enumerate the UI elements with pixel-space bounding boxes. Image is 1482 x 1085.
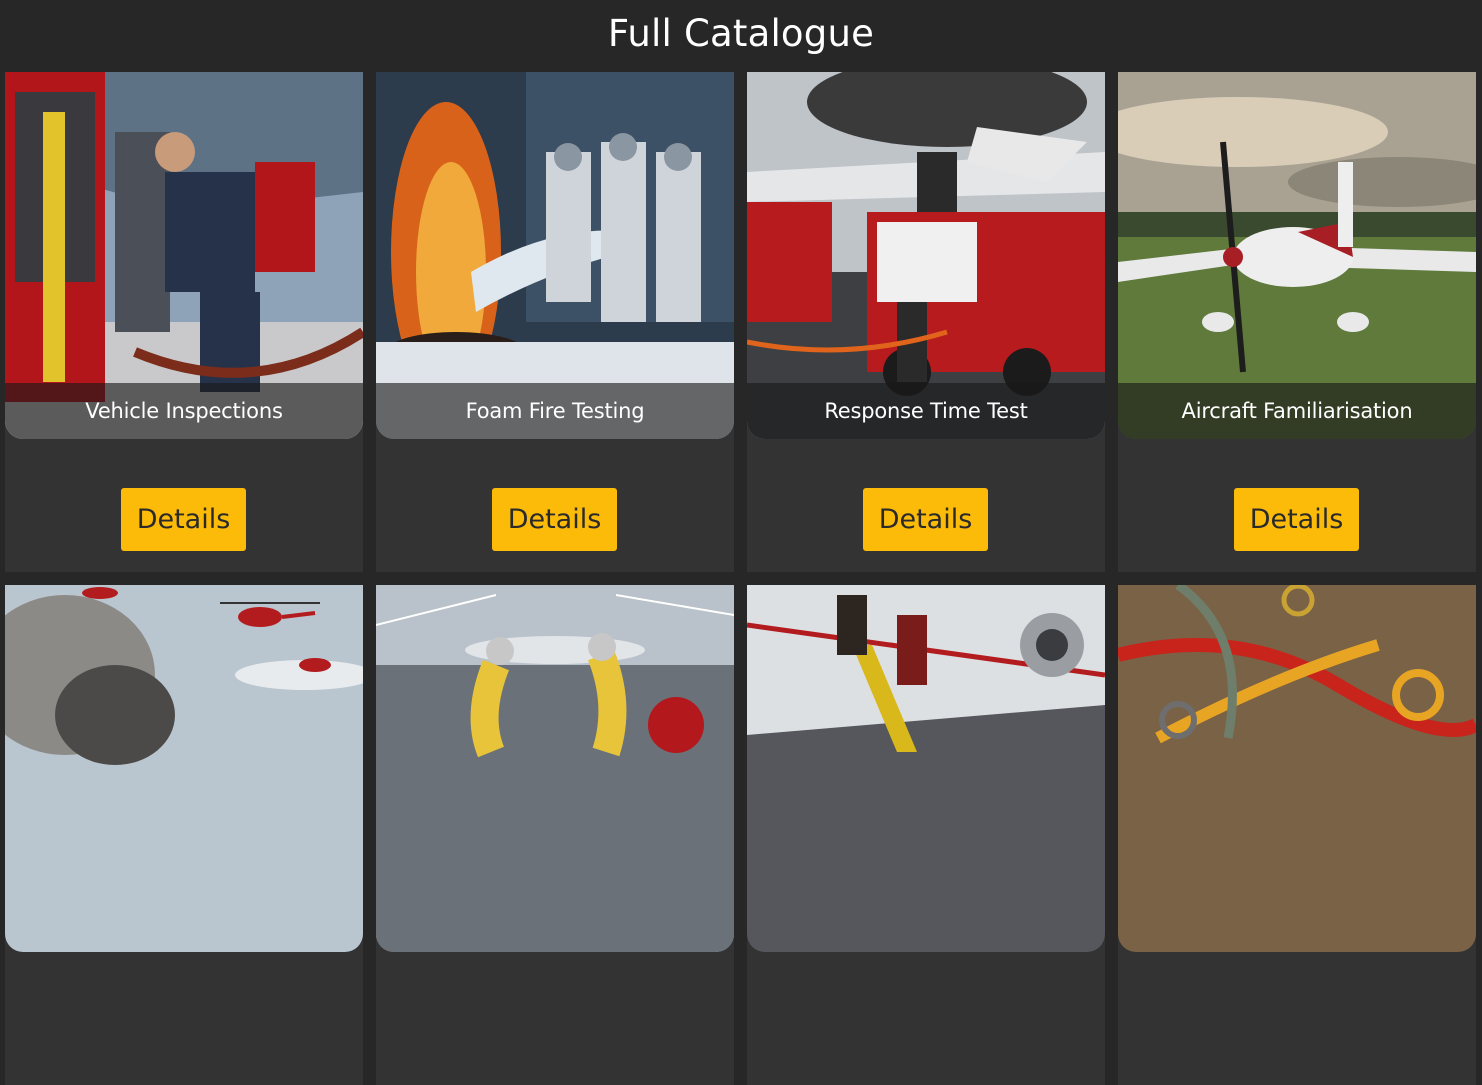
card-caption-bar: Response Time Test bbox=[747, 383, 1105, 439]
catalogue-card-hose-equipment bbox=[376, 585, 734, 1085]
catalogue-card-aircraft-evacuation bbox=[747, 585, 1105, 1085]
card-caption-bar: Vehicle Inspections bbox=[5, 383, 363, 439]
details-button-aircraft-familiarisation[interactable]: Details bbox=[1234, 488, 1359, 551]
card-image-hose-equipment[interactable] bbox=[376, 585, 734, 952]
page-title: Full Catalogue bbox=[607, 12, 875, 55]
card-title: Foam Fire Testing bbox=[465, 399, 645, 423]
catalogue-card-rescue-ropes bbox=[1118, 585, 1476, 1085]
card-image-aircraft-familiarisation[interactable]: Aircraft Familiarisation bbox=[1118, 72, 1476, 439]
card-image-rescue-ropes[interactable] bbox=[1118, 585, 1476, 952]
card-image-vehicle-inspections[interactable]: Vehicle Inspections bbox=[5, 72, 363, 439]
catalogue-card-response-time-test: Response Time Test Details bbox=[747, 72, 1105, 572]
details-button-foam-fire-testing[interactable]: Details bbox=[492, 488, 617, 551]
card-caption-bar: Aircraft Familiarisation bbox=[1118, 383, 1476, 439]
catalogue-card-aircraft-familiarisation: Aircraft Familiarisation Details bbox=[1118, 72, 1476, 572]
catalogue-card-vehicle-inspections: Vehicle Inspections Details bbox=[5, 72, 363, 572]
details-button-response-time-test[interactable]: Details bbox=[863, 488, 988, 551]
catalogue-card-foam-fire-testing: Foam Fire Testing Details bbox=[376, 72, 734, 572]
card-image-foam-fire-testing[interactable]: Foam Fire Testing bbox=[376, 72, 734, 439]
details-button-vehicle-inspections[interactable]: Details bbox=[121, 488, 246, 551]
card-title: Response Time Test bbox=[824, 399, 1028, 423]
catalogue-card-helicopters bbox=[5, 585, 363, 1085]
card-title: Aircraft Familiarisation bbox=[1181, 399, 1413, 423]
card-image-aircraft-evacuation[interactable] bbox=[747, 585, 1105, 952]
card-title: Vehicle Inspections bbox=[85, 399, 283, 423]
card-image-response-time-test[interactable]: Response Time Test bbox=[747, 72, 1105, 439]
card-caption-bar: Foam Fire Testing bbox=[376, 383, 734, 439]
card-image-helicopters[interactable] bbox=[5, 585, 363, 952]
